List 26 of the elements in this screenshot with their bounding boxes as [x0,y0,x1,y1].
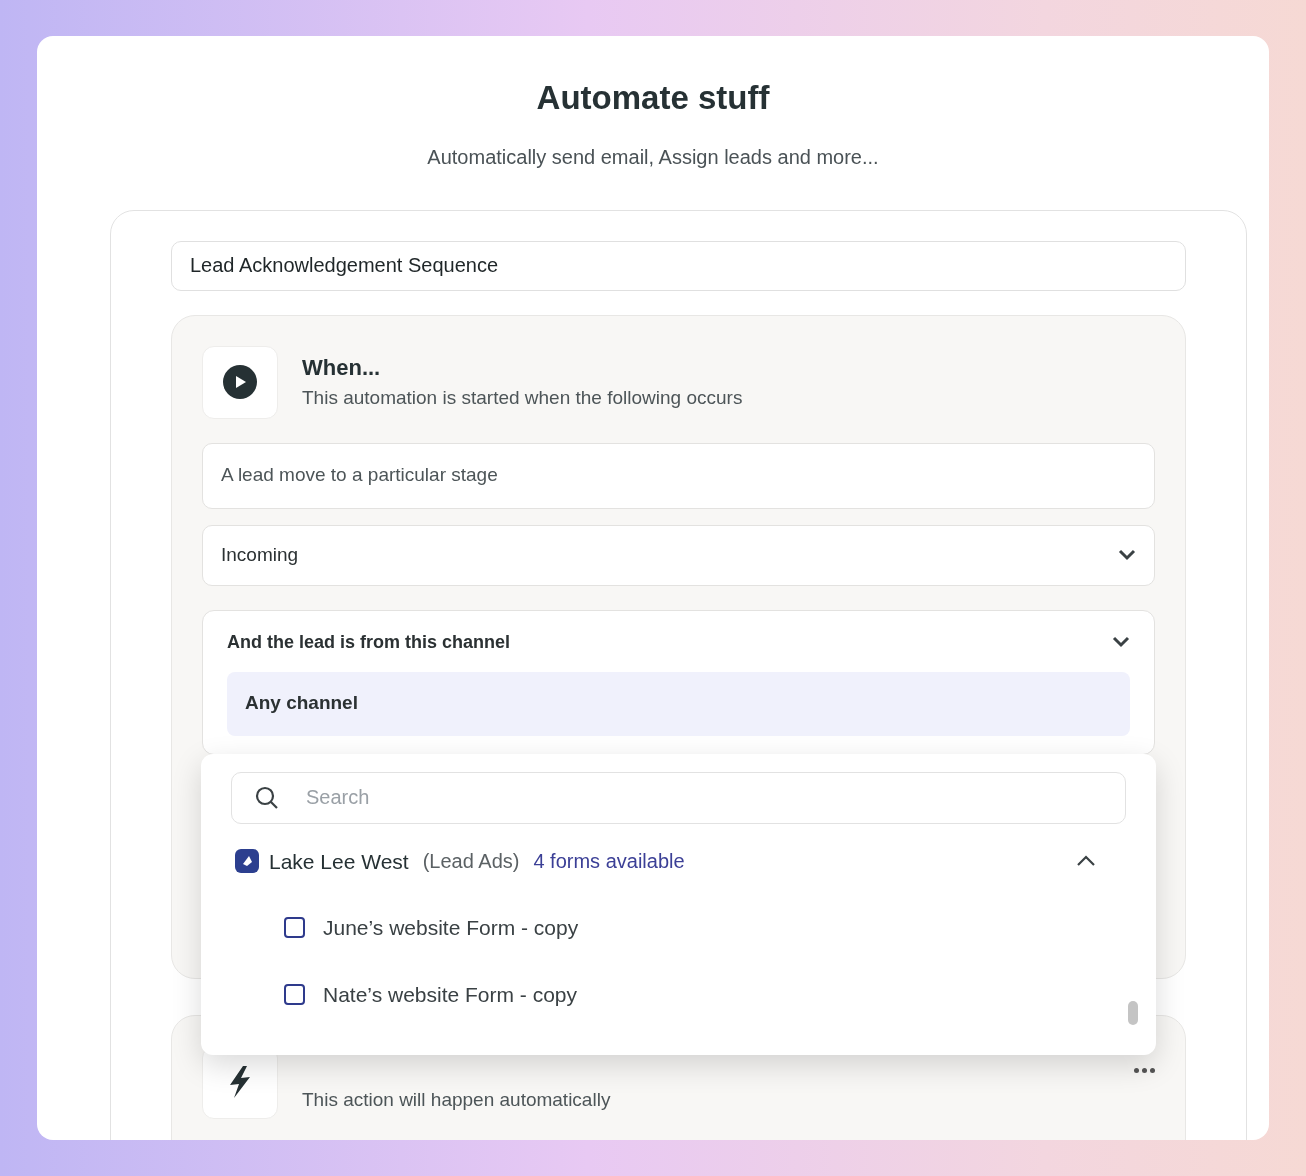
scrollbar-thumb[interactable] [1128,1000,1138,1025]
trigger-field[interactable]: A lead move to a particular stage [202,442,1155,509]
section-title: When... [302,354,382,383]
forms-count[interactable]: 4 forms available [533,846,685,877]
page-title: Automate stuff [535,78,771,118]
search-icon [255,785,279,810]
search-field[interactable]: Search [231,771,1126,824]
stage-select[interactable]: Incoming [202,524,1155,586]
play-icon [223,365,257,400]
form-option[interactable]: June’s website Form - copy [323,911,579,944]
account-name: Lake Lee West [269,848,409,875]
channel-label: And the lead is from this channel [227,630,511,654]
chevron-down-icon [1118,549,1136,562]
section-subtitle: This automation is started when the following occurs [302,386,743,411]
checkbox[interactable] [284,984,305,1006]
more-icon[interactable] [1134,1067,1155,1073]
form-option[interactable]: Nate’s website Form - copy [323,978,578,1011]
section-subtitle: This action will happen automatically [302,1087,612,1112]
source-label: (Lead Ads) [422,849,520,875]
channel-option[interactable]: Any channel [227,671,1130,736]
app-logo-icon [235,849,259,874]
chevron-up-icon[interactable] [1076,855,1096,868]
page-subtitle: Automatically send email, Assign leads and more... [426,144,880,170]
checkbox[interactable] [284,917,305,939]
chevron-down-icon[interactable] [1112,636,1130,649]
automation-name-field[interactable]: Lead Acknowledgement Sequence [171,240,1186,291]
